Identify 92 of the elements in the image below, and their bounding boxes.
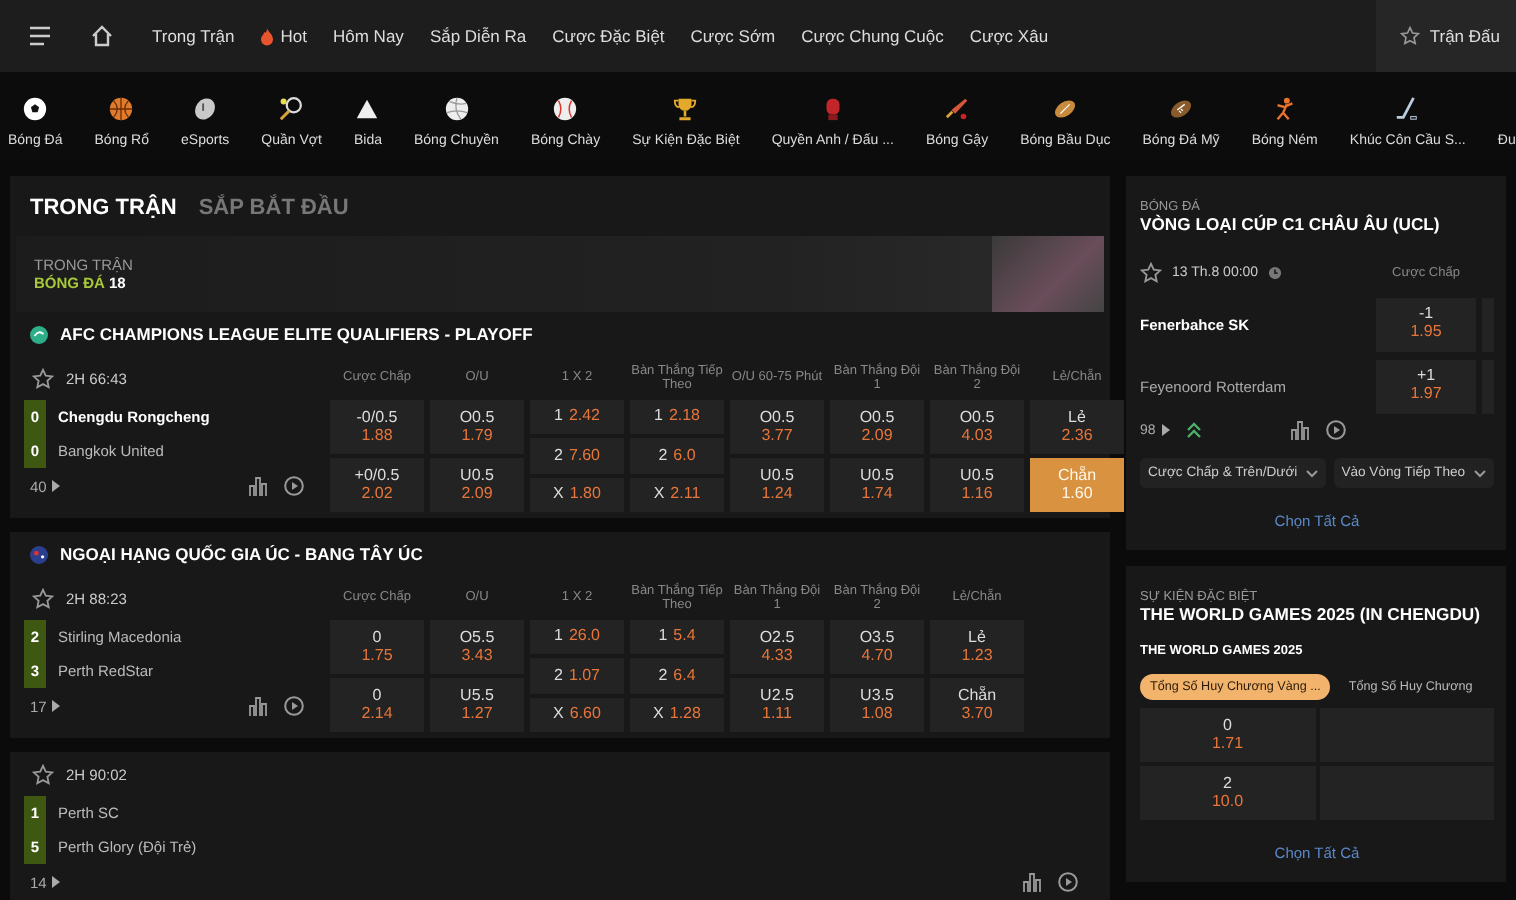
league-name[interactable]: NGOẠI HẠNG QUỐC GIA ÚC - BANG TÂY ÚC (60, 544, 423, 564)
odds-button[interactable]: 0 1.71 (1140, 708, 1315, 762)
odds-button[interactable]: U3.5 1.08 (830, 678, 924, 732)
odds-button[interactable]: 2 10.0 (1140, 766, 1315, 820)
nav-link[interactable]: Trong Trận (152, 26, 235, 46)
stats-icon[interactable] (1022, 872, 1042, 892)
handball-icon (1271, 96, 1298, 122)
stats-icon[interactable] (1290, 420, 1310, 440)
nav-link[interactable]: Cược Chung Cuộc (801, 26, 944, 46)
league-logo-icon (30, 325, 48, 343)
league-name[interactable]: AFC CHAMPIONS LEAGUE ELITE QUALIFIERS - PLAYOFF (60, 324, 533, 344)
tennis-icon (278, 96, 305, 122)
odds-button[interactable]: X 1.28 (630, 697, 724, 732)
event-title: VÒNG LOẠI CÚP C1 CHÂU ÂU (UCL) (1140, 214, 1442, 234)
odds-button[interactable]: O0.5 2.09 (830, 400, 924, 454)
basketball-icon (108, 96, 135, 122)
caret-icon (1161, 424, 1170, 436)
odds-button[interactable]: U0.5 1.24 (730, 458, 824, 512)
star-icon[interactable] (1140, 261, 1162, 283)
cricket-icon (944, 96, 970, 122)
baseball-icon (552, 96, 579, 122)
odds-button[interactable]: 2 7.60 (530, 438, 624, 474)
odds-button[interactable]: -1 1.95 (1376, 297, 1476, 351)
clock-icon (1268, 265, 1283, 279)
nav-link[interactable]: Hôm Nay (333, 26, 404, 46)
play-icon[interactable] (284, 696, 304, 716)
odds-button[interactable]: O0.5 3.77 (730, 400, 824, 454)
odds-button[interactable]: 2 6.4 (630, 658, 724, 694)
nav-link[interactable]: Cược Sớm (690, 26, 776, 46)
odds-button[interactable]: 1 2.42 (530, 400, 624, 435)
stats-icon[interactable] (248, 696, 268, 716)
esports-icon (192, 96, 219, 122)
odds-button[interactable]: 2 6.0 (630, 438, 724, 474)
odds-button[interactable]: U2.5 1.11 (730, 678, 824, 732)
odds-button[interactable]: +0/0.5 2.02 (330, 458, 424, 512)
football-icon (1168, 96, 1195, 122)
home-icon[interactable] (90, 24, 114, 48)
league-logo-icon (30, 545, 48, 563)
trophy-icon (672, 96, 699, 122)
odds-button[interactable]: +1 1.97 (1376, 359, 1476, 413)
odds-button[interactable]: U0.5 2.09 (430, 458, 524, 512)
odds-button[interactable]: Lẻ 2.36 (1030, 400, 1124, 454)
event-title: THE WORLD GAMES 2025 (IN CHENGDU) (1140, 604, 1482, 624)
caret-icon (52, 876, 61, 888)
menu-icon[interactable] (28, 26, 52, 46)
odds-button[interactable]: 1 26.0 (530, 620, 624, 655)
stats-icon[interactable] (248, 476, 268, 496)
odds-button[interactable]: O5.5 3.43 (430, 620, 524, 674)
odds-button[interactable]: 0 2.14 (330, 678, 424, 732)
double-chevron-icon[interactable] (1185, 422, 1202, 438)
play-icon[interactable] (1326, 420, 1346, 440)
star-icon[interactable] (32, 587, 54, 609)
odds-button[interactable]: 1 2.18 (630, 400, 724, 435)
odds-button[interactable]: 1 5.4 (630, 620, 724, 655)
star-icon[interactable] (32, 763, 54, 785)
photo-placeholder (992, 236, 1104, 312)
hockey-icon (1394, 96, 1421, 122)
caret-icon (52, 480, 61, 492)
volleyball-icon (443, 96, 470, 122)
odds-button[interactable]: O3.5 4.70 (830, 620, 924, 674)
section-tab[interactable]: SẮP BẮT ĐẦU (198, 196, 349, 220)
odds-button[interactable]: X 2.11 (630, 477, 724, 512)
odds-button[interactable]: U0.5 1.74 (830, 458, 924, 512)
play-icon[interactable] (1058, 872, 1078, 892)
pool-icon (354, 96, 381, 122)
nav-link[interactable]: Hot (260, 26, 307, 46)
flame-icon (260, 27, 275, 45)
odds-button[interactable]: O0.5 1.79 (430, 400, 524, 454)
odds-button[interactable]: Lẻ 1.23 (930, 620, 1024, 674)
nav-link[interactable]: Sắp Diễn Ra (429, 26, 527, 46)
rugby-icon (1052, 96, 1079, 122)
odds-button[interactable]: X 1.80 (530, 477, 624, 512)
star-icon[interactable] (32, 367, 54, 389)
odds-button[interactable]: 2 1.07 (530, 658, 624, 694)
matches-link[interactable]: Trận Đấu (1375, 0, 1516, 72)
caret-icon (52, 700, 61, 712)
odds-button[interactable]: 0 1.75 (330, 620, 424, 674)
nav-link[interactable]: Cược Đặc Biệt (552, 26, 665, 46)
odds-button[interactable]: O2.5 4.33 (730, 620, 824, 674)
odds-button[interactable]: U0.5 1.16 (930, 458, 1024, 512)
star-icon[interactable] (1399, 26, 1420, 46)
chevron-down-icon (1305, 469, 1318, 477)
chevron-down-icon (1473, 469, 1486, 477)
odds-button[interactable]: O0.5 4.03 (930, 400, 1024, 454)
nav-link[interactable]: Cược Xâu (969, 26, 1049, 46)
odds-button[interactable]: -0/0.5 1.88 (330, 400, 424, 454)
section-tab[interactable]: TRONG TRẬN (30, 196, 177, 220)
odds-button[interactable]: X 6.60 (530, 697, 624, 732)
play-icon[interactable] (284, 476, 304, 496)
odds-button[interactable]: Chẵn 3.70 (930, 678, 1024, 732)
soccer-icon (22, 96, 49, 122)
odds-button[interactable]: U5.5 1.27 (430, 678, 524, 732)
